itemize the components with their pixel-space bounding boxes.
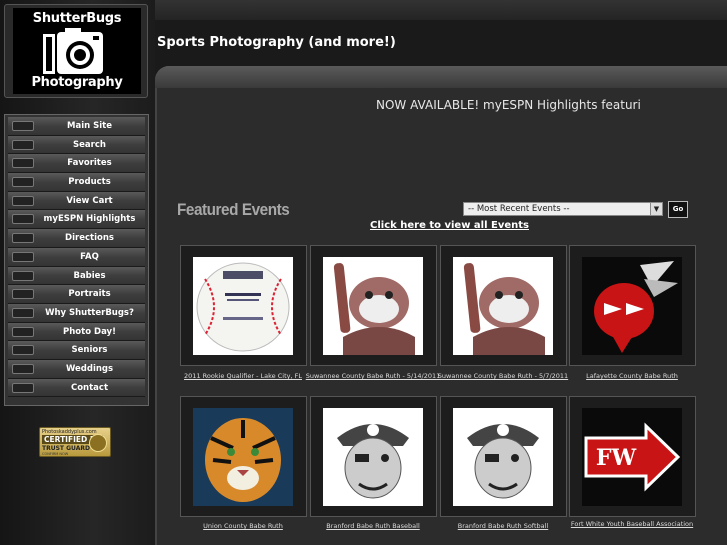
event-label[interactable]: Union County Babe Ruth (173, 521, 313, 531)
logo-top-text: ShutterBugs (32, 11, 122, 26)
nav-item-label: Directions (65, 233, 114, 244)
panel-header (155, 66, 727, 88)
nav-item-label: Photo Day! (63, 326, 116, 337)
event-card[interactable] (310, 396, 437, 517)
event-label[interactable]: Suwannee County Babe Ruth - 5/14/2011 (303, 371, 443, 381)
trust-badge-name: TRUST GUARD (42, 445, 90, 452)
logo-bottom-text: Photography (31, 75, 123, 90)
nav-item-label: Main Site (67, 121, 112, 131)
nav-item-label: Search (73, 139, 106, 150)
event-label[interactable]: Suwannee County Babe Ruth - 5/7/2011 (433, 371, 573, 381)
page-title: Sports Photography (and more!) (157, 35, 396, 50)
hornet-icon (582, 257, 682, 355)
nav-item-label: Favorites (67, 158, 112, 169)
top-band (155, 0, 727, 20)
nav-item-main-site[interactable]: Main Site (8, 117, 145, 136)
fw-arrowhead-icon: FW (582, 408, 682, 506)
announcement-marquee[interactable]: NOW AVAILABLE! myESPN Highlights featuri (376, 98, 654, 112)
event-card[interactable] (180, 245, 307, 366)
event-label[interactable]: Branford Babe Ruth Softball (433, 521, 573, 531)
fw-letters: FW (596, 445, 637, 471)
left-column: ShutterBugs Photography Main Site Search… (0, 0, 155, 545)
nav-bullet-icon (12, 326, 34, 337)
event-card[interactable] (440, 245, 567, 366)
nav-bullet-icon (12, 307, 34, 318)
go-button[interactable]: Go (668, 201, 688, 218)
nav-item-favorites[interactable]: Favorites (8, 154, 145, 174)
nav-bullet-icon (12, 195, 34, 206)
trust-guard-badge[interactable]: Photoskaddyplus.com CERTIFIED BY TRUST G… (39, 427, 111, 457)
nav-bullet-icon (12, 345, 34, 356)
camera-icon (43, 28, 103, 74)
nav-item-label: FAQ (80, 251, 99, 262)
nav-item-label: Portraits (68, 289, 111, 300)
bulldog-bat-icon (453, 257, 553, 355)
pirate-icon (323, 408, 423, 506)
event-card[interactable] (180, 396, 307, 517)
event-label[interactable]: Branford Babe Ruth Baseball (303, 521, 443, 531)
events-dropdown[interactable]: -- Most Recent Events -- ▼ (463, 202, 663, 216)
pirate-icon (453, 408, 553, 506)
nav-bullet-icon (12, 251, 34, 262)
nav-item-photo-day[interactable]: Photo Day! (8, 322, 145, 342)
nav-item-label: Seniors (71, 345, 108, 356)
nav-item-label: View Cart (66, 195, 113, 206)
featured-events-heading: Featured Events (177, 200, 290, 219)
nav-item-faq[interactable]: FAQ (8, 247, 145, 267)
nav-bullet-icon (12, 121, 34, 131)
baseball-icon (193, 257, 293, 355)
bulldog-bat-icon (323, 257, 423, 355)
nav-item-contact[interactable]: Contact (8, 378, 145, 398)
nav-item-label: Babies (73, 270, 106, 281)
event-card[interactable]: FW (569, 396, 696, 517)
nav-bullet-icon (12, 233, 34, 244)
nav-item-why-shutterbugs[interactable]: Why ShutterBugs? (8, 303, 145, 323)
view-all-events-link[interactable]: Click here to view all Events (370, 220, 529, 231)
nav-bullet-icon (12, 139, 34, 150)
nav-bullet-icon (12, 363, 34, 374)
events-dropdown-value: -- Most Recent Events -- (468, 204, 570, 214)
nav-bullet-icon (12, 382, 34, 393)
nav-item-products[interactable]: Products (8, 173, 145, 192)
event-label[interactable]: Fort White Youth Baseball Association (562, 519, 702, 529)
nav-item-view-cart[interactable]: View Cart (8, 191, 145, 211)
nav-bullet-icon (12, 214, 34, 225)
main-nav: Main Site Search Favorites Products View… (4, 114, 149, 406)
nav-bullet-icon (12, 158, 34, 169)
seal-icon (89, 434, 107, 452)
nav-item-seniors[interactable]: Seniors (8, 341, 145, 360)
tiger-icon (193, 408, 293, 506)
nav-bullet-icon (12, 177, 34, 188)
nav-item-label: Weddings (65, 363, 114, 374)
logo-frame: ShutterBugs Photography (4, 4, 148, 98)
event-card[interactable] (440, 396, 567, 517)
nav-item-weddings[interactable]: Weddings (8, 359, 145, 379)
nav-item-label: Products (68, 177, 111, 188)
event-card[interactable] (310, 245, 437, 366)
nav-bullet-icon (12, 270, 34, 281)
event-label[interactable]: Lafayette County Babe Ruth (562, 371, 702, 381)
site-logo[interactable]: ShutterBugs Photography (13, 8, 141, 94)
chevron-down-icon: ▼ (650, 203, 662, 215)
event-label[interactable]: 2011 Rookie Qualifier - Lake City, FL (173, 371, 313, 381)
nav-item-label: Contact (70, 382, 109, 393)
nav-item-myespn-highlights[interactable]: myESPN Highlights (8, 210, 145, 230)
nav-item-babies[interactable]: Babies (8, 266, 145, 286)
event-card[interactable] (569, 245, 696, 366)
trust-badge-sub: CONFIRM NOW (42, 452, 69, 456)
nav-item-label: Why ShutterBugs? (45, 307, 134, 318)
nav-item-label: myESPN Highlights (43, 214, 136, 225)
nav-bullet-icon (12, 289, 34, 300)
nav-item-directions[interactable]: Directions (8, 229, 145, 248)
nav-item-search[interactable]: Search (8, 135, 145, 155)
nav-item-portraits[interactable]: Portraits (8, 285, 145, 304)
